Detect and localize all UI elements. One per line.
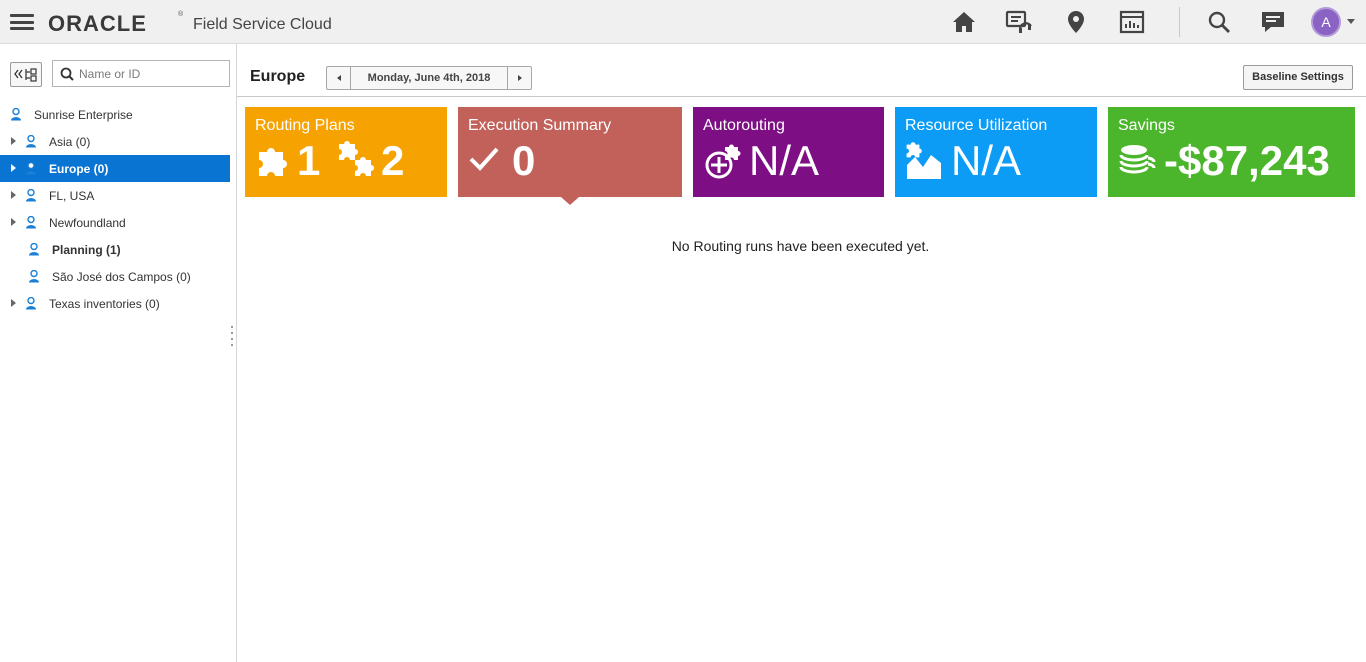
hamburger-menu-icon[interactable] xyxy=(10,14,34,30)
tile-title: Routing Plans xyxy=(255,117,355,134)
search-input[interactable] xyxy=(79,65,224,82)
sidebar-resize-handle[interactable] xyxy=(231,326,234,348)
collapse-tree-icon xyxy=(14,68,37,82)
tile-title: Resource Utilization xyxy=(905,117,1048,134)
chevron-right-icon xyxy=(517,75,522,81)
user-icon xyxy=(26,189,36,202)
empty-state-message: No Routing runs have been executed yet. xyxy=(671,238,930,254)
tree-item-label: Sunrise Enterprise xyxy=(34,108,133,122)
utilization-chart-icon xyxy=(906,142,941,179)
puzzle-pieces-icon xyxy=(339,141,374,176)
home-icon[interactable] xyxy=(950,8,978,36)
tile-title: Execution Summary xyxy=(468,117,612,134)
tile-execution-summary[interactable]: Execution Summary 0 xyxy=(458,107,682,197)
dispatch-console-icon[interactable] xyxy=(1005,8,1033,36)
date-picker-button[interactable]: Monday, June 4th, 2018 xyxy=(351,67,507,89)
user-icon xyxy=(11,108,21,121)
tree-item-sao-jose-dos-campos[interactable]: São José dos Campos (0) xyxy=(0,263,236,290)
top-bar: ORACLE ® Field Service Cloud A xyxy=(0,0,1366,44)
expand-arrow-icon[interactable] xyxy=(11,191,16,199)
tile-value: 0 xyxy=(512,137,536,184)
tile-value: N/A xyxy=(749,137,820,184)
expand-arrow-icon[interactable] xyxy=(11,137,16,145)
user-icon xyxy=(26,162,36,175)
tree-item-europe[interactable]: Europe (0) xyxy=(0,155,230,182)
tile-resource-utilization[interactable]: Resource Utilization N/A xyxy=(895,107,1097,197)
product-name: Field Service Cloud xyxy=(193,16,332,33)
tree-item-label: Texas inventories (0) xyxy=(49,297,160,311)
tile-title: Autorouting xyxy=(703,117,785,134)
search-icon[interactable] xyxy=(1205,8,1233,36)
tree-item-asia[interactable]: Asia (0) xyxy=(0,128,236,155)
user-icon xyxy=(29,243,39,256)
reports-icon[interactable] xyxy=(1118,8,1146,36)
tree-item-label: São José dos Campos (0) xyxy=(52,270,191,284)
collapse-tree-button[interactable] xyxy=(10,62,42,87)
tile-savings[interactable]: Savings -$87,243 xyxy=(1108,107,1355,197)
page-title: Europe xyxy=(250,68,306,85)
tree-item-label: Asia (0) xyxy=(49,135,91,149)
registered-mark: ® xyxy=(178,11,184,18)
autorouting-target-icon xyxy=(705,144,741,179)
tile-routing-plans[interactable]: Routing Plans 1 2 xyxy=(245,107,447,197)
resource-tree: Sunrise Enterprise Asia (0) Europe (0) F… xyxy=(0,101,236,317)
user-icon xyxy=(29,270,39,283)
avatar[interactable]: A xyxy=(1311,7,1341,37)
previous-day-button[interactable] xyxy=(327,67,351,89)
tree-item-fl-usa[interactable]: FL, USA xyxy=(0,182,236,209)
brand-logo: ORACLE xyxy=(48,11,147,36)
chevron-down-icon[interactable] xyxy=(1347,19,1355,24)
tile-selected-pointer xyxy=(561,197,579,205)
sidebar: Sunrise Enterprise Asia (0) Europe (0) F… xyxy=(0,44,237,662)
tile-title: Savings xyxy=(1118,117,1175,134)
date-navigator: Monday, June 4th, 2018 xyxy=(326,66,532,90)
chevron-left-icon xyxy=(336,75,341,81)
tree-item-newfoundland[interactable]: Newfoundland xyxy=(0,209,236,236)
toolbar-divider xyxy=(1179,7,1180,37)
tree-item-label: Planning (1) xyxy=(52,243,121,257)
coins-icon xyxy=(1119,145,1156,174)
tile-value: -$87,243 xyxy=(1164,137,1330,184)
header-divider xyxy=(237,96,1366,97)
tile-value: N/A xyxy=(951,137,1022,184)
tree-item-label: FL, USA xyxy=(49,189,95,203)
tile-autorouting[interactable]: Autorouting N/A xyxy=(693,107,884,197)
messages-icon[interactable] xyxy=(1259,8,1287,36)
expand-arrow-icon[interactable] xyxy=(11,299,16,307)
puzzle-piece-icon xyxy=(259,148,287,176)
checkmark-icon xyxy=(469,147,499,171)
tile-value-runs: 2 xyxy=(381,137,405,184)
tree-item-label: Europe (0) xyxy=(49,162,109,176)
user-icon xyxy=(26,297,36,310)
resource-search-field[interactable] xyxy=(52,60,230,87)
user-icon xyxy=(26,135,36,148)
tree-item-texas-inventories[interactable]: Texas inventories (0) xyxy=(0,290,236,317)
map-pin-icon[interactable] xyxy=(1062,8,1090,36)
expand-arrow-icon[interactable] xyxy=(11,164,16,172)
next-day-button[interactable] xyxy=(507,67,531,89)
tree-item-planning[interactable]: Planning (1) xyxy=(0,236,236,263)
tile-value-plans: 1 xyxy=(297,137,321,184)
tree-item-sunrise-enterprise[interactable]: Sunrise Enterprise xyxy=(0,101,236,128)
tree-item-label: Newfoundland xyxy=(49,216,126,230)
search-icon xyxy=(60,67,74,81)
baseline-settings-button[interactable]: Baseline Settings xyxy=(1243,65,1353,90)
user-icon xyxy=(26,216,36,229)
expand-arrow-icon[interactable] xyxy=(11,218,16,226)
